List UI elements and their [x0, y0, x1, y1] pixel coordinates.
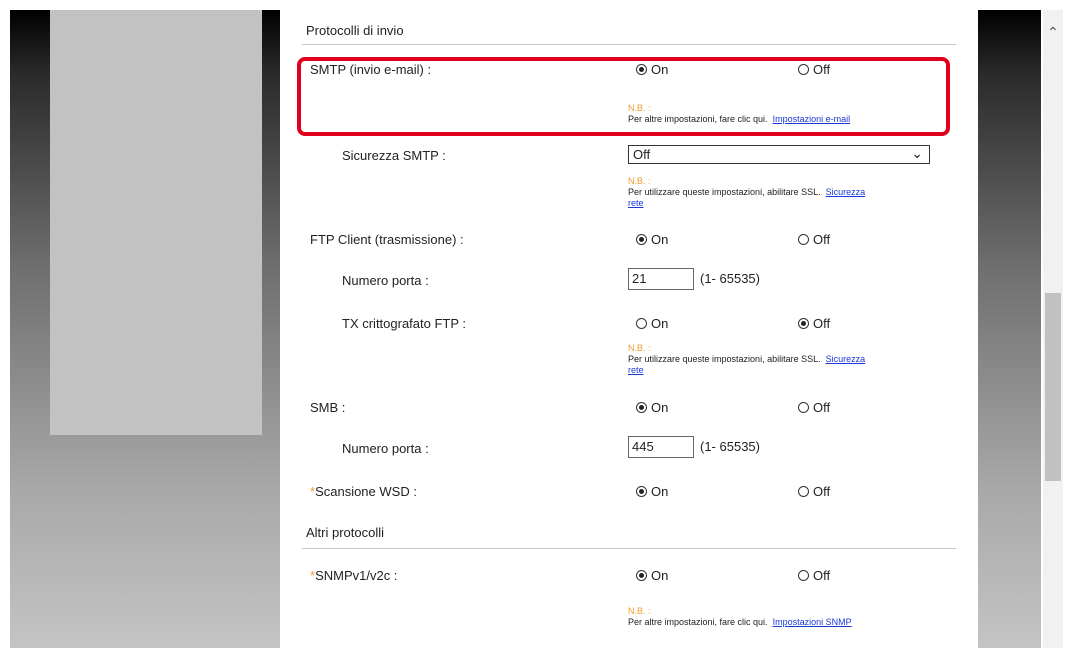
radio-label: On [651, 484, 669, 499]
note-title: N.B. : [628, 176, 651, 186]
network-security-link[interactable]: Sicurezza [826, 187, 866, 197]
radio-label: On [651, 568, 669, 583]
email-settings-link[interactable]: Impostazioni e-mail [773, 114, 851, 124]
radio-unchecked-icon [798, 234, 809, 245]
radio-checked-icon [636, 570, 647, 581]
settings-content: Protocolli di invio SMTP (invio e-mail) … [296, 10, 962, 648]
wsd-scan-label: *Scansione WSD : [310, 484, 417, 499]
radio-checked-icon [636, 234, 647, 245]
note-title: N.B. : [628, 606, 651, 616]
radio-unchecked-icon [798, 486, 809, 497]
radio-label: Off [813, 400, 831, 415]
chevron-down-icon: ⌄ [911, 145, 923, 161]
wsd-scan-on-radio[interactable]: On [636, 484, 668, 499]
ftp-port-label: Numero porta : [342, 273, 429, 288]
network-security-link-cont[interactable]: rete [628, 365, 644, 375]
ftp-client-label: FTP Client (trasmissione) : [310, 232, 464, 247]
ftp-encrypted-label: TX crittografato FTP : [342, 316, 467, 331]
radio-checked-icon [636, 402, 647, 413]
ftp-port-input[interactable]: 21 [628, 268, 694, 290]
select-value: Off [633, 147, 651, 162]
snmp-on-radio[interactable]: On [636, 568, 668, 583]
radio-label: On [651, 400, 669, 415]
radio-label: Off [813, 232, 831, 247]
radio-label: Off [813, 316, 831, 331]
smb-port-input[interactable]: 445 [628, 436, 694, 458]
ftp-client-off-radio[interactable]: Off [798, 232, 830, 247]
note-text: Per utilizzare queste impostazioni, abil… [628, 187, 821, 197]
radio-unchecked-icon [798, 570, 809, 581]
scrollbar-thumb[interactable] [1045, 293, 1061, 481]
radio-label: On [651, 232, 669, 247]
smtp-note: N.B. : Per altre impostazioni, fare clic… [628, 103, 850, 125]
note-text: Per altre impostazioni, fare clic qui. [628, 617, 768, 627]
wsd-scan-label-text: Scansione WSD : [315, 484, 417, 499]
wsd-scan-off-radio[interactable]: Off [798, 484, 830, 499]
ftp-port-range: (1- 65535) [700, 271, 760, 286]
radio-checked-icon [636, 64, 647, 75]
smb-on-radio[interactable]: On [636, 400, 668, 415]
smb-port-label: Numero porta : [342, 441, 429, 456]
ftp-encrypted-off-radio[interactable]: Off [798, 316, 830, 331]
ftp-encrypted-note: N.B. : Per utilizzare queste impostazion… [628, 343, 865, 376]
ftp-client-on-radio[interactable]: On [636, 232, 668, 247]
note-title: N.B. : [628, 103, 651, 113]
right-side-panel [978, 10, 1041, 648]
note-text: Per utilizzare queste impostazioni, abil… [628, 354, 821, 364]
section-title-send-protocols: Protocolli di invio [306, 23, 404, 38]
section-title-other-protocols: Altri protocolli [306, 525, 385, 540]
smtp-off-radio[interactable]: Off [798, 62, 830, 77]
radio-label: Off [813, 62, 831, 77]
vertical-scrollbar[interactable]: ⌃ [1043, 10, 1063, 648]
radio-label: On [651, 316, 669, 331]
smb-off-radio[interactable]: Off [798, 400, 830, 415]
network-security-link[interactable]: Sicurezza [826, 354, 866, 364]
radio-checked-icon [636, 486, 647, 497]
radio-label: On [651, 62, 669, 77]
chevron-up-icon[interactable]: ⌃ [1043, 22, 1063, 42]
radio-label: Off [813, 484, 831, 499]
radio-unchecked-icon [798, 402, 809, 413]
section-divider [302, 44, 956, 45]
radio-unchecked-icon [798, 64, 809, 75]
smb-port-range: (1- 65535) [700, 439, 760, 454]
section-divider [302, 548, 956, 549]
radio-checked-icon [798, 318, 809, 329]
smtp-security-select[interactable]: Off ⌄ [628, 145, 930, 164]
network-security-link-cont[interactable]: rete [628, 198, 644, 208]
snmp-note: N.B. : Per altre impostazioni, fare clic… [628, 606, 852, 628]
smtp-on-radio[interactable]: On [636, 62, 668, 77]
note-title: N.B. : [628, 343, 651, 353]
smtp-security-note: N.B. : Per utilizzare queste impostazion… [628, 176, 865, 209]
snmp-label-text: SNMPv1/v2c : [315, 568, 398, 583]
note-text: Per altre impostazioni, fare clic qui. [628, 114, 768, 124]
snmp-label: *SNMPv1/v2c : [310, 568, 397, 583]
radio-unchecked-icon [636, 318, 647, 329]
smtp-label: SMTP (invio e-mail) : [310, 62, 432, 77]
snmp-off-radio[interactable]: Off [798, 568, 830, 583]
snmp-settings-link[interactable]: Impostazioni SNMP [773, 617, 852, 627]
smtp-security-label: Sicurezza SMTP : [342, 148, 446, 163]
radio-label: Off [813, 568, 831, 583]
left-placeholder-box [50, 10, 262, 435]
ftp-encrypted-on-radio[interactable]: On [636, 316, 668, 331]
smb-label: SMB : [310, 400, 346, 415]
